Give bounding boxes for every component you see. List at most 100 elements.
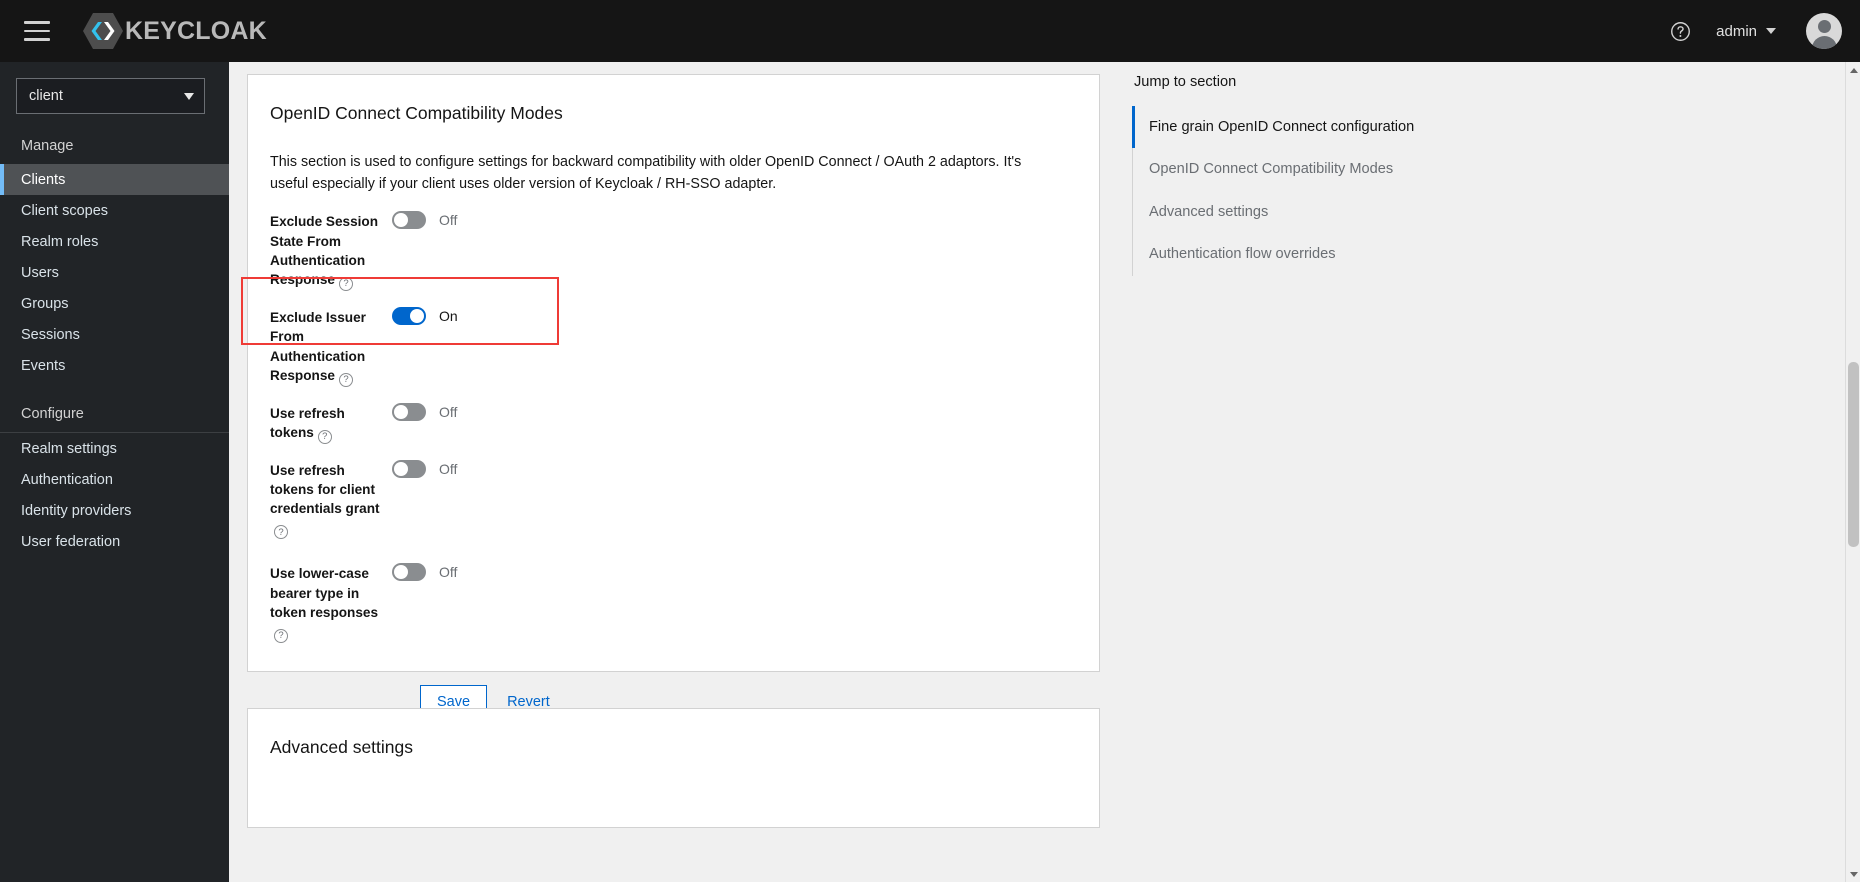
form-row-use-refresh-tokens: Use refresh tokens? Off bbox=[270, 401, 1099, 444]
help-circle-icon[interactable]: ? bbox=[338, 277, 353, 292]
jump-item-label: OpenID Connect Compatibility Modes bbox=[1149, 161, 1394, 178]
sidebar-item-label: Client scopes bbox=[21, 202, 109, 219]
jump-to-section: Jump to section Fine grain OpenID Connec… bbox=[1132, 74, 1512, 276]
form-label: Use lower-case bearer type in token resp… bbox=[270, 561, 392, 644]
scroll-down-arrow-icon[interactable] bbox=[1846, 866, 1860, 882]
form-row-lowercase-bearer: Use lower-case bearer type in token resp… bbox=[270, 561, 1099, 644]
chevron-down-icon bbox=[184, 92, 194, 100]
toggle-state-label: Off bbox=[439, 564, 458, 581]
help-circle-icon[interactable]: ? bbox=[317, 429, 332, 444]
toggle-knob bbox=[394, 213, 408, 228]
sidebar-item-authentication[interactable]: Authentication bbox=[0, 464, 229, 495]
help-circle-icon[interactable] bbox=[1660, 11, 1700, 51]
jump-to-section-list: Fine grain OpenID Connect configuration … bbox=[1132, 106, 1512, 276]
toggle-state-label: On bbox=[439, 308, 458, 325]
toggle-knob bbox=[394, 404, 408, 419]
realm-selector-value: client bbox=[29, 88, 63, 104]
toggle-exclude-issuer[interactable] bbox=[392, 307, 426, 326]
jump-item-authentication-flow-overrides[interactable]: Authentication flow overrides bbox=[1132, 233, 1512, 275]
hamburger-bar bbox=[24, 21, 50, 24]
scrollbar-thumb[interactable] bbox=[1848, 362, 1859, 547]
toggle-state-label: Off bbox=[439, 460, 458, 477]
sidebar-item-label: Users bbox=[21, 264, 59, 281]
toggle-knob bbox=[410, 309, 424, 324]
jump-item-label: Authentication flow overrides bbox=[1149, 246, 1336, 263]
oidc-compatibility-card: OpenID Connect Compatibility Modes This … bbox=[247, 74, 1100, 719]
triangle-up-icon bbox=[1849, 67, 1858, 73]
form-label-text: Exclude Issuer From Authentication Respo… bbox=[270, 310, 366, 383]
sidebar-item-clients[interactable]: Clients bbox=[0, 164, 229, 195]
toggle-use-refresh-tokens-client-credentials[interactable] bbox=[392, 459, 426, 478]
form-label: Use refresh tokens for client credential… bbox=[270, 458, 392, 540]
sidebar-item-user-federation[interactable]: User federation bbox=[0, 526, 229, 557]
brand-text: KEYCLOAK bbox=[125, 16, 267, 45]
card-title: Advanced settings bbox=[270, 737, 414, 757]
scroll-up-arrow-icon[interactable] bbox=[1846, 62, 1860, 78]
content-area: OpenID Connect Compatibility Modes This … bbox=[229, 62, 1860, 882]
page-scrollbar[interactable] bbox=[1845, 62, 1860, 882]
realm-selector-wrapper: client bbox=[0, 62, 229, 128]
form-label: Exclude Issuer From Authentication Respo… bbox=[270, 305, 392, 387]
jump-item-openid-connect-compatibility-modes[interactable]: OpenID Connect Compatibility Modes bbox=[1132, 148, 1512, 190]
hamburger-bar bbox=[24, 29, 50, 33]
sidebar-item-label: Realm roles bbox=[21, 233, 99, 250]
sidebar-item-realm-roles[interactable]: Realm roles bbox=[0, 226, 229, 257]
card-description: This section is used to configure settin… bbox=[270, 154, 1022, 192]
nav-group-title-configure: Configure bbox=[21, 406, 84, 422]
form-row-exclude-issuer: Exclude Issuer From Authentication Respo… bbox=[270, 305, 1099, 387]
jump-item-label: Advanced settings bbox=[1149, 203, 1269, 220]
sidebar-item-label: Events bbox=[21, 357, 66, 374]
hamburger-icon[interactable] bbox=[14, 11, 60, 51]
form-row-use-refresh-tokens-cc: Use refresh tokens for client credential… bbox=[270, 458, 1099, 540]
nav-group-title-manage: Manage bbox=[21, 138, 74, 154]
form-label-text: Use refresh tokens for client credential… bbox=[270, 462, 380, 517]
toggle-lowercase-bearer-type[interactable] bbox=[392, 563, 426, 582]
sidebar-item-realm-settings[interactable]: Realm settings bbox=[0, 433, 229, 464]
sidebar-item-label: Realm settings bbox=[21, 440, 117, 457]
sidebar-item-label: Identity providers bbox=[21, 502, 132, 519]
form-label: Use refresh tokens? bbox=[270, 401, 392, 444]
sidebar-item-label: Sessions bbox=[21, 326, 80, 343]
help-circle-icon[interactable]: ? bbox=[274, 525, 288, 540]
sidebar-item-label: User federation bbox=[21, 533, 121, 550]
jump-item-fine-grain-openid-connect-configuration[interactable]: Fine grain OpenID Connect configuration bbox=[1132, 106, 1512, 149]
sidebar-item-users[interactable]: Users bbox=[0, 257, 229, 288]
toggle-state-label: Off bbox=[439, 403, 458, 420]
switch-cell: On bbox=[392, 305, 458, 387]
form-label-text: Use refresh tokens bbox=[270, 405, 345, 441]
masthead-toolbar: admin bbox=[1660, 11, 1860, 51]
sidebar-item-label: Authentication bbox=[21, 471, 113, 488]
help-circle-icon[interactable]: ? bbox=[274, 629, 288, 644]
toggle-exclude-session-state[interactable] bbox=[392, 211, 426, 230]
hamburger-bar bbox=[24, 38, 50, 41]
card-title: OpenID Connect Compatibility Modes bbox=[270, 103, 563, 123]
avatar[interactable] bbox=[1806, 13, 1842, 49]
sidebar-item-sessions[interactable]: Sessions bbox=[0, 319, 229, 350]
jump-item-advanced-settings[interactable]: Advanced settings bbox=[1132, 191, 1512, 233]
toggle-use-refresh-tokens[interactable] bbox=[392, 402, 426, 421]
keycloak-logo[interactable]: KEYCLOAK bbox=[82, 0, 267, 62]
switch-cell: Off bbox=[392, 209, 457, 291]
toggle-knob bbox=[394, 461, 408, 476]
user-menu[interactable]: admin bbox=[1706, 17, 1786, 46]
realm-selector[interactable]: client bbox=[16, 78, 205, 114]
advanced-settings-card: Advanced settings bbox=[247, 708, 1100, 828]
form-label: Exclude Session State From Authenticatio… bbox=[270, 209, 392, 292]
user-name: admin bbox=[1716, 22, 1757, 40]
sidebar-item-label: Groups bbox=[21, 295, 69, 312]
sidebar: client Manage Clients Client scopes Real… bbox=[0, 62, 229, 882]
masthead: KEYCLOAK admin bbox=[0, 0, 1860, 62]
form-label-text: Exclude Session State From Authenticatio… bbox=[270, 214, 379, 288]
sidebar-item-label: Clients bbox=[21, 171, 66, 188]
sidebar-item-events[interactable]: Events bbox=[0, 350, 229, 381]
sidebar-item-groups[interactable]: Groups bbox=[0, 288, 229, 319]
triangle-down-icon bbox=[1849, 871, 1858, 877]
jump-to-section-title: Jump to section bbox=[1134, 74, 1237, 90]
sidebar-item-client-scopes[interactable]: Client scopes bbox=[0, 195, 229, 226]
toggle-knob bbox=[394, 565, 408, 580]
keycloak-mark-icon bbox=[82, 12, 124, 50]
form-row-exclude-session-state: Exclude Session State From Authenticatio… bbox=[270, 209, 1099, 292]
sidebar-item-identity-providers[interactable]: Identity providers bbox=[0, 495, 229, 526]
help-circle-icon[interactable]: ? bbox=[338, 372, 353, 387]
